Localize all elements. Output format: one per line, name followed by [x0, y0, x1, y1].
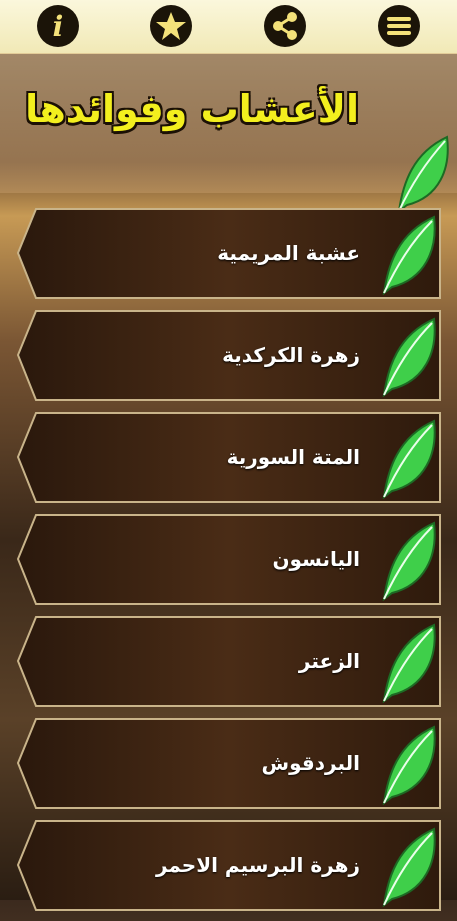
leaf-icon: [380, 519, 438, 605]
list-item[interactable]: عشبة المريمية: [16, 207, 442, 300]
menu-icon: [378, 5, 420, 47]
share-button[interactable]: [264, 5, 306, 47]
leaf-icon: [380, 315, 438, 401]
list-item-label: اليانسون: [272, 547, 360, 571]
leaf-icon: [380, 825, 438, 911]
info-icon: i: [37, 5, 79, 47]
list-item[interactable]: البردقوش: [16, 717, 442, 810]
herb-list: عشبة المريمية زهرة الكركدية المتة السوري…: [16, 207, 442, 921]
list-item[interactable]: المتة السورية: [16, 411, 442, 504]
list-item[interactable]: زهرة الكركدية: [16, 309, 442, 402]
list-item[interactable]: اليانسون: [16, 513, 442, 606]
leaf-icon: [380, 213, 438, 299]
leaf-icon: [380, 723, 438, 809]
leaf-logo-icon: [393, 133, 451, 217]
list-item-label: البردقوش: [261, 751, 360, 775]
list-item-label: المتة السورية: [226, 445, 360, 469]
list-item-label: زهرة الكركدية: [222, 343, 360, 367]
menu-button[interactable]: [378, 5, 420, 47]
share-icon: [264, 5, 306, 47]
leaf-icon: [380, 417, 438, 503]
list-item-label: زهرة البرسيم الاحمر: [155, 853, 360, 877]
list-item[interactable]: الزعتر: [16, 615, 442, 708]
list-item-label: عشبة المريمية: [217, 241, 360, 265]
info-button[interactable]: i: [37, 5, 79, 47]
leaf-icon: [380, 621, 438, 707]
list-item[interactable]: زهرة البرسيم الاحمر: [16, 819, 442, 912]
list-item-label: الزعتر: [298, 649, 360, 673]
top-toolbar: i: [0, 0, 457, 54]
star-icon: [150, 5, 192, 47]
app-header: الأعشاب وفوائدها: [0, 53, 457, 214]
svg-text:i: i: [53, 10, 64, 43]
app-title: الأعشاب وفوائدها: [25, 87, 359, 131]
favorite-button[interactable]: [150, 5, 192, 47]
